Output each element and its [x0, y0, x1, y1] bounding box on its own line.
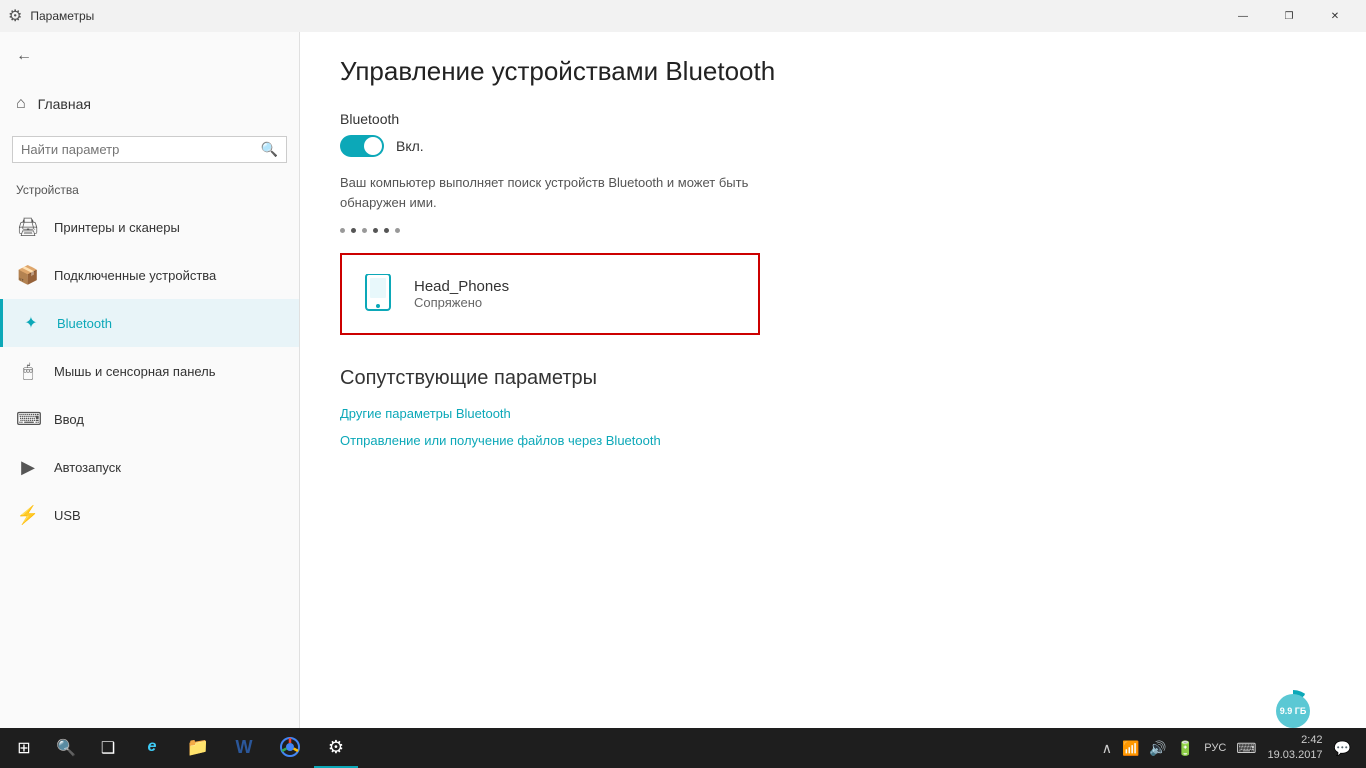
- restore-button[interactable]: ❐: [1266, 0, 1312, 32]
- chevron-up-icon[interactable]: ∧: [1099, 740, 1115, 757]
- taskbar: ⊞ 🔍 ❑ e 📁 W ⚙ ∧ 📶 🔊 🔋 РУС ⌨ 2:42 19.03.2…: [0, 728, 1366, 768]
- battery-icon[interactable]: 🔋: [1174, 740, 1197, 757]
- autostart-icon: ▶: [16, 457, 40, 478]
- device-icon: [358, 269, 398, 319]
- bluetooth-section-label: Bluetooth: [340, 111, 1326, 127]
- word-app[interactable]: W: [222, 728, 266, 768]
- dot-3: [362, 228, 367, 233]
- window-controls: — ❐ ✕: [1220, 0, 1358, 32]
- titlebar: ⚙ Параметры — ❐ ✕: [0, 0, 1366, 32]
- clock-date: 19.03.2017: [1268, 748, 1323, 763]
- sidebar-label-usb: USB: [54, 508, 81, 523]
- usb-icon: ⚡: [16, 505, 40, 526]
- disk-usage-badge: 9.9 ГБ: [1272, 690, 1314, 732]
- search-icon: 🔍: [261, 141, 278, 158]
- search-button[interactable]: 🔍: [46, 728, 86, 768]
- disk-usage-label: 9.9 ГБ: [1276, 694, 1310, 728]
- related-link-1[interactable]: Другие параметры Bluetooth: [340, 406, 1326, 421]
- search-box[interactable]: 🔍: [12, 136, 287, 163]
- toggle-label: Вкл.: [396, 138, 424, 154]
- main-content: Управление устройствами Bluetooth Blueto…: [300, 32, 1366, 728]
- input-icon: ⌨: [16, 409, 40, 430]
- sidebar-item-printers[interactable]: 🖨 Принтеры и сканеры: [0, 203, 299, 251]
- scanning-text: Ваш компьютер выполняет поиск устройств …: [340, 173, 760, 212]
- bluetooth-toggle[interactable]: [340, 135, 384, 157]
- devices-section-label: Устройства: [0, 171, 299, 203]
- app-container: ← ⌂ Главная 🔍 Устройства 🖨 Принтеры и ск…: [0, 32, 1366, 728]
- bluetooth-icon: ✦: [19, 313, 43, 333]
- sidebar-item-mouse[interactable]: 🖱 Мышь и сенсорная панель: [0, 347, 299, 395]
- sidebar: ← ⌂ Главная 🔍 Устройства 🖨 Принтеры и ск…: [0, 32, 300, 728]
- sidebar-item-input[interactable]: ⌨ Ввод: [0, 395, 299, 443]
- keyboard-icon[interactable]: ⌨: [1233, 740, 1259, 757]
- sidebar-item-bluetooth[interactable]: ✦ Bluetooth: [0, 299, 299, 347]
- toggle-track[interactable]: [340, 135, 384, 157]
- sidebar-item-autostart[interactable]: ▶ Автозапуск: [0, 443, 299, 491]
- scanning-dots: [340, 228, 1326, 233]
- home-icon: ⌂: [16, 95, 26, 113]
- device-status: Сопряжено: [414, 295, 742, 310]
- clock[interactable]: 2:42 19.03.2017: [1264, 733, 1327, 764]
- related-title: Сопутствующие параметры: [340, 367, 1326, 390]
- connected-icon: 📦: [16, 265, 40, 286]
- back-arrow-icon: ←: [16, 47, 32, 65]
- mouse-icon: 🖱: [16, 361, 40, 382]
- task-view-button[interactable]: ❑: [88, 728, 128, 768]
- lang-icon[interactable]: РУС: [1201, 742, 1229, 754]
- home-nav-item[interactable]: ⌂ Главная: [0, 80, 299, 128]
- related-link-2[interactable]: Отправление или получение файлов через B…: [340, 433, 1326, 448]
- dot-6: [395, 228, 400, 233]
- sidebar-label-input: Ввод: [54, 412, 84, 427]
- sidebar-label-autostart: Автозапуск: [54, 460, 121, 475]
- clock-time: 2:42: [1301, 733, 1322, 748]
- device-info: Head_Phones Сопряжено: [414, 278, 742, 310]
- volume-icon[interactable]: 🔊: [1146, 740, 1169, 757]
- sidebar-label-mouse: Мышь и сенсорная панель: [54, 364, 216, 379]
- start-button[interactable]: ⊞: [4, 728, 44, 768]
- search-input[interactable]: [21, 142, 253, 157]
- taskbar-right: ∧ 📶 🔊 🔋 РУС ⌨ 2:42 19.03.2017 💬: [1099, 733, 1362, 764]
- explorer-app[interactable]: 📁: [176, 728, 220, 768]
- sidebar-item-connected[interactable]: 📦 Подключенные устройства: [0, 251, 299, 299]
- minimize-button[interactable]: —: [1220, 0, 1266, 32]
- notification-icon[interactable]: 💬: [1331, 740, 1354, 757]
- dot-4: [373, 228, 378, 233]
- home-label: Главная: [38, 96, 91, 112]
- settings-app[interactable]: ⚙: [314, 728, 358, 768]
- edge-app[interactable]: e: [130, 728, 174, 768]
- network-icon[interactable]: 📶: [1119, 740, 1142, 757]
- sidebar-label-printers: Принтеры и сканеры: [54, 220, 180, 235]
- dot-5: [384, 228, 389, 233]
- device-name: Head_Phones: [414, 278, 742, 295]
- page-title: Управление устройствами Bluetooth: [340, 56, 1326, 87]
- device-card[interactable]: Head_Phones Сопряжено: [340, 253, 760, 335]
- printers-icon: 🖨: [16, 217, 40, 238]
- sidebar-label-bluetooth: Bluetooth: [57, 316, 112, 331]
- chrome-app[interactable]: [268, 728, 312, 768]
- back-button[interactable]: ←: [0, 32, 299, 80]
- dot-1: [340, 228, 345, 233]
- toggle-thumb: [364, 137, 382, 155]
- sidebar-item-usb[interactable]: ⚡ USB: [0, 491, 299, 539]
- dot-2: [351, 228, 356, 233]
- app-icon: ⚙: [8, 6, 22, 26]
- window-title: Параметры: [30, 9, 94, 23]
- bluetooth-toggle-row: Вкл.: [340, 135, 1326, 157]
- taskbar-left: ⊞ 🔍 ❑ e 📁 W ⚙: [4, 728, 358, 768]
- sidebar-label-connected: Подключенные устройства: [54, 268, 216, 283]
- close-button[interactable]: ✕: [1312, 0, 1358, 32]
